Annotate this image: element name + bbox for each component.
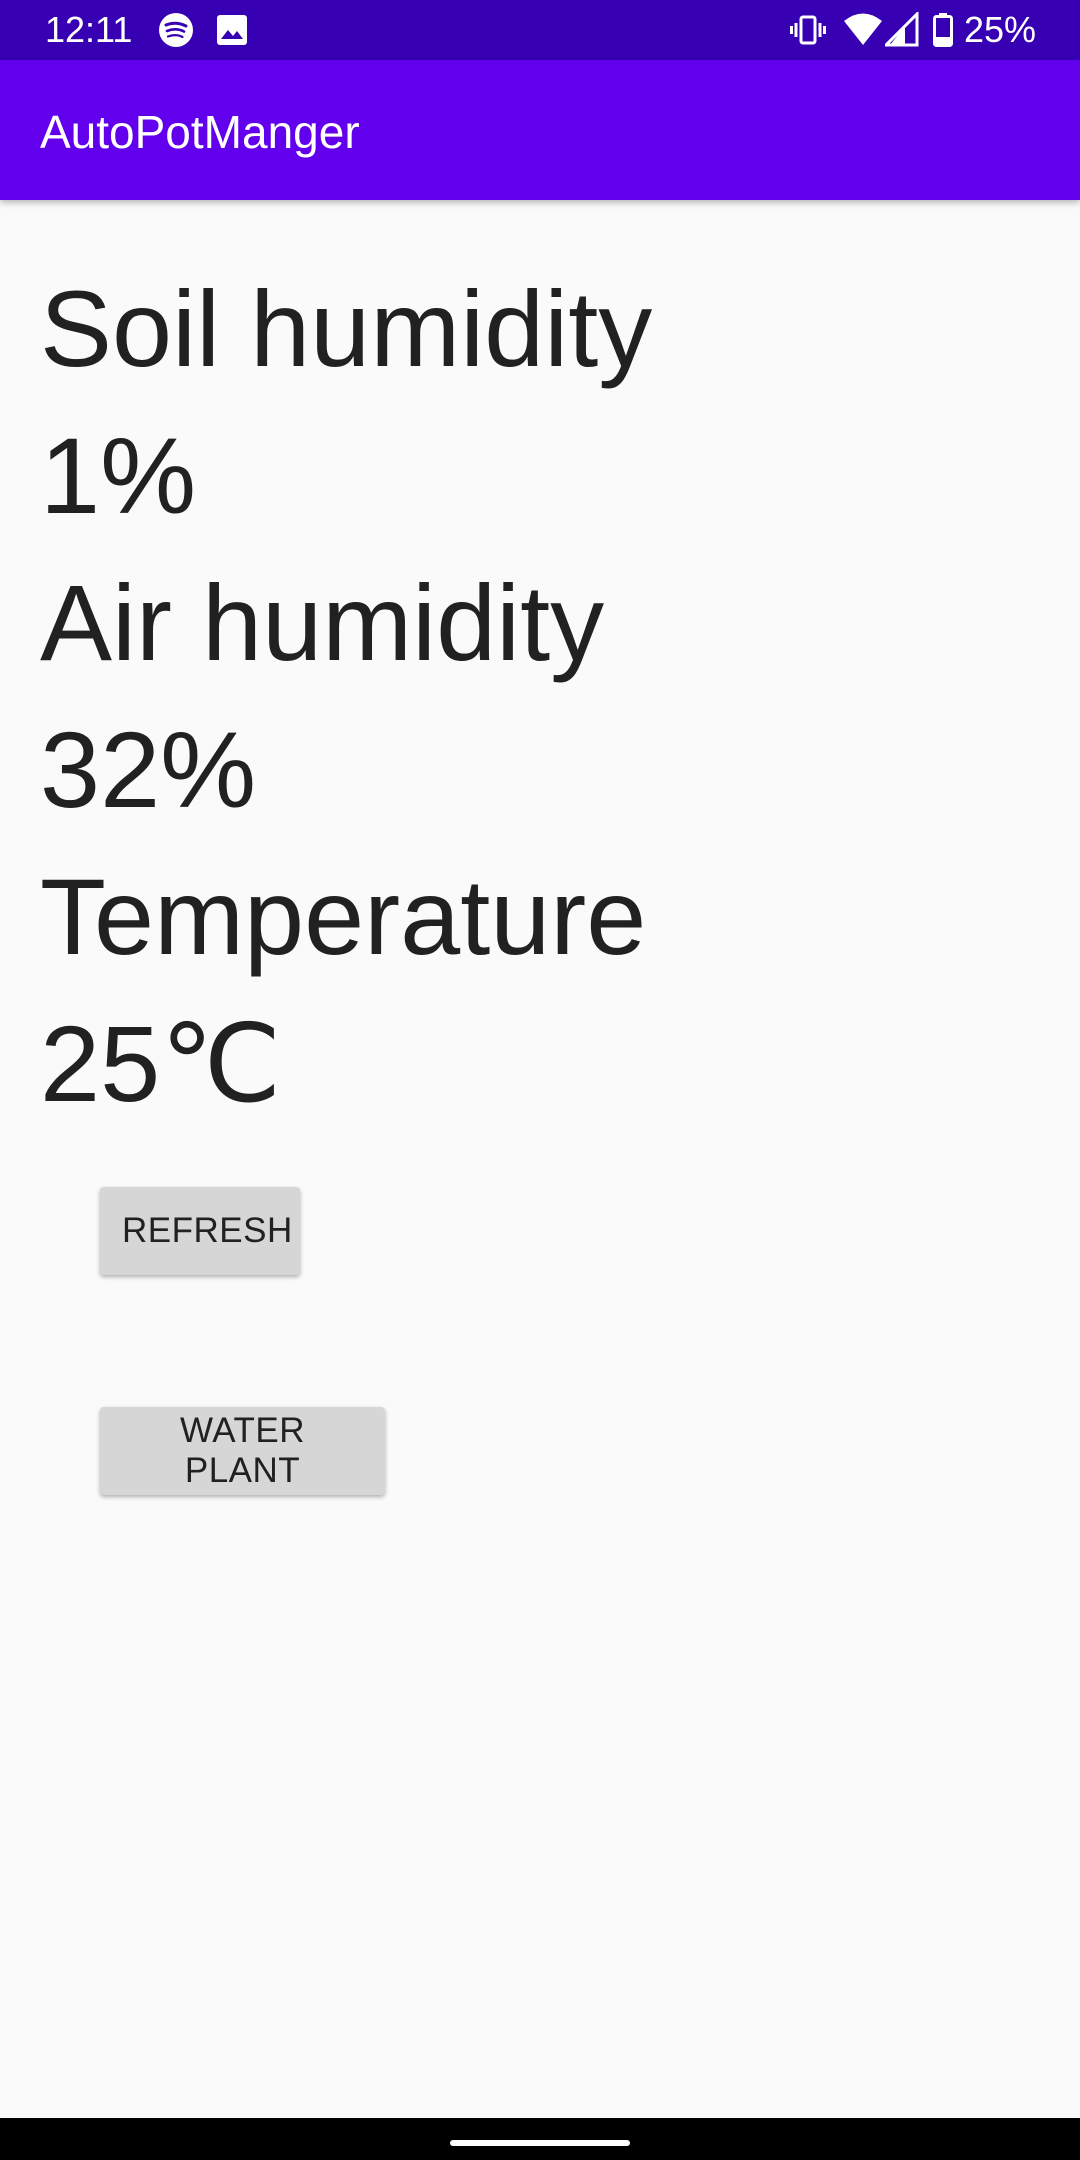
screen: 12:11 25% AutoPotManger Soil humidity 1%… [0,0,1080,2160]
wifi-icon [843,12,882,48]
temperature-value: 25℃ [40,1003,282,1124]
app-title: AutoPotManger [40,106,360,158]
image-icon [214,12,250,48]
soil-humidity-value: 1% [40,415,197,536]
spotify-icon [158,12,194,48]
battery-percentage: 25% [963,9,1036,50]
status-bar: 12:11 25% [0,0,1080,60]
cellular-signal-icon [882,10,921,48]
readings-panel: Soil humidity 1% Air humidity 32% Temper… [40,255,1040,1137]
app-bar: AutoPotManger [0,60,1080,200]
status-time: 12:11 [45,9,133,50]
temperature-label: Temperature [40,856,647,977]
soil-humidity-label: Soil humidity [40,268,653,389]
air-humidity-value: 32% [40,709,257,830]
water-plant-button[interactable]: WATER PLANT [100,1407,385,1495]
navigation-bar [0,2118,1080,2160]
battery-icon [932,12,954,48]
vibrate-icon [790,12,826,48]
air-humidity-label: Air humidity [40,562,605,683]
refresh-button[interactable]: REFRESH [100,1187,300,1275]
home-gesture-handle[interactable] [450,2140,630,2146]
